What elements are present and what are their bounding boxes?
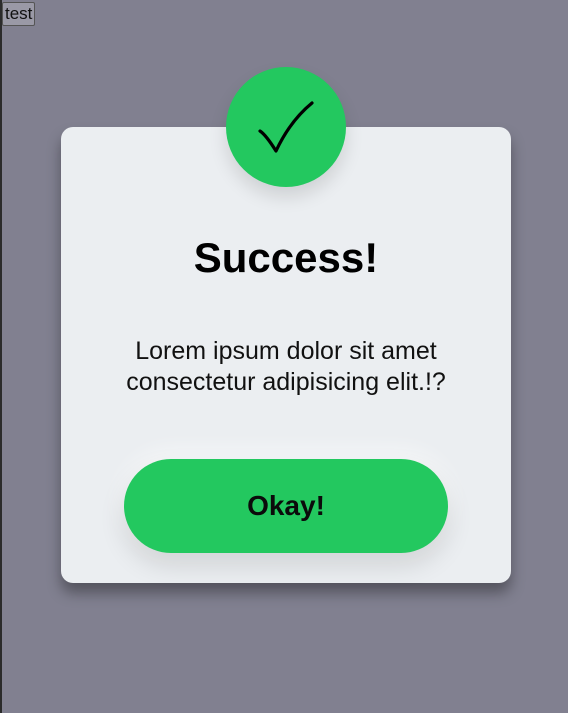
success-badge [226,67,346,187]
dialog-message: Lorem ipsum dolor sit amet consectetur a… [61,336,511,398]
dialog-message-line-1: Lorem ipsum dolor sit amet [135,337,437,365]
okay-button[interactable]: Okay! [124,459,448,553]
test-button[interactable]: test [2,2,36,26]
checkmark-icon [258,101,314,153]
window-left-border [0,0,2,713]
dialog-title: Success! [193,234,379,281]
dialog-message-line-2: consectetur adipisicing elit.!? [126,368,446,396]
